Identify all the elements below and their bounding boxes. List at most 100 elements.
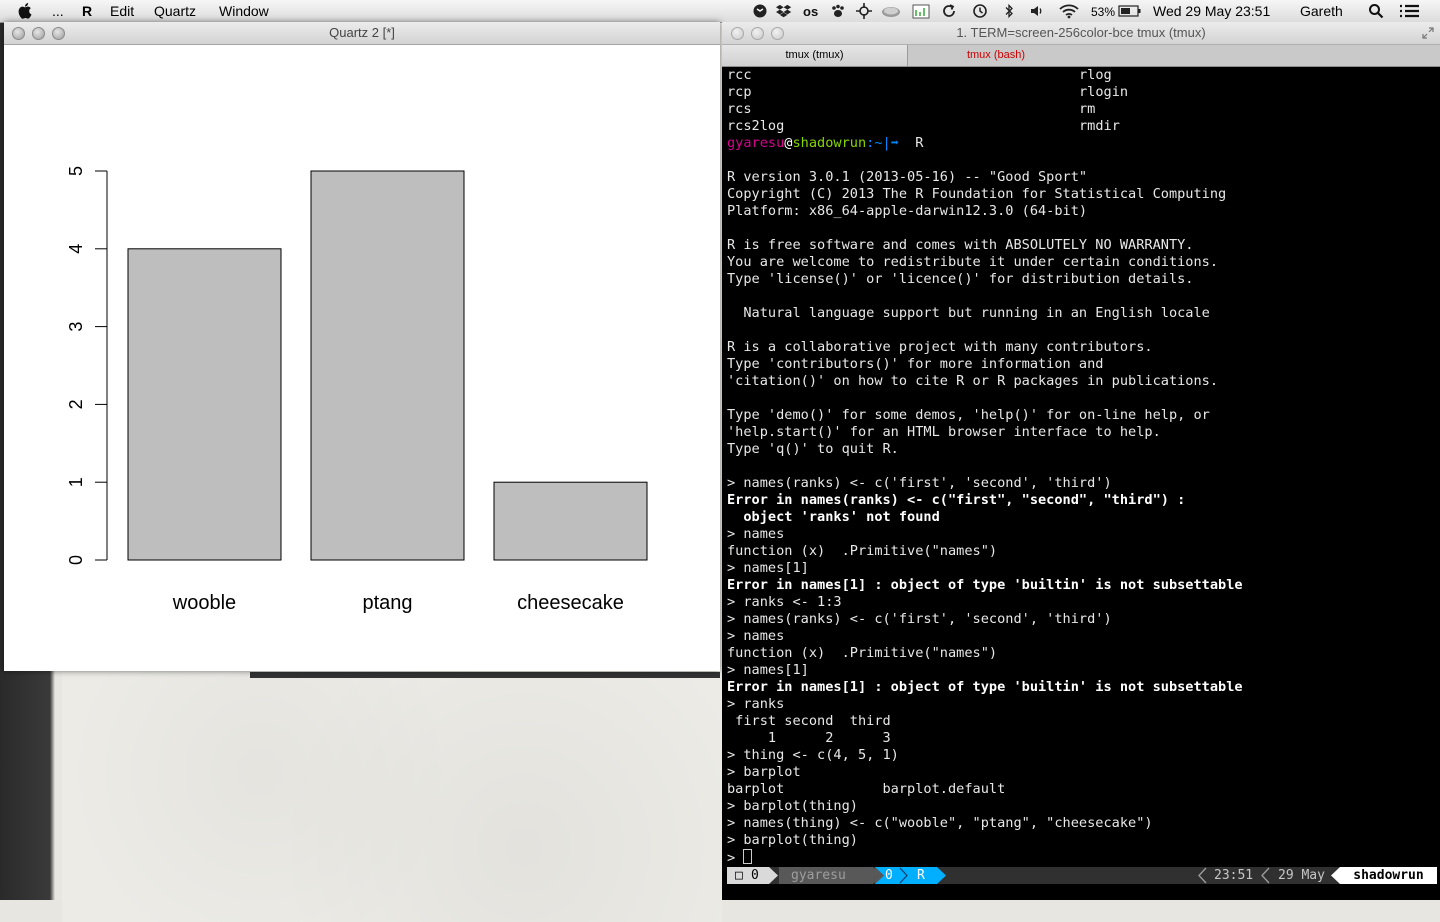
status-pane-name: R	[917, 868, 925, 883]
volume-icon[interactable]	[1029, 3, 1045, 19]
completion-item: rlog	[1079, 67, 1112, 83]
wifi-icon[interactable]	[1058, 3, 1080, 19]
apple-icon[interactable]	[18, 2, 34, 19]
x-axis-category-label: cheesecake	[517, 592, 624, 614]
line-text: R is a collaborative project with many c…	[727, 339, 1153, 355]
bar-chart: 0 1 2 3 4 5 wooble ptang cheesecake	[66, 166, 648, 614]
line-text: R is free software and comes with ABSOLU…	[727, 237, 1194, 253]
menu-item-window[interactable]: Window	[219, 2, 269, 20]
menu-item-more[interactable]: ...	[52, 2, 64, 20]
y-axis-tick-label: 4	[66, 244, 86, 254]
error-line: Error in names(ranks) <- c("first", "sec…	[727, 492, 1437, 509]
y-axis-tick-label: 5	[66, 166, 86, 176]
drive-icon[interactable]	[881, 3, 901, 19]
line-text: Type 'license()' or 'licence()' for dist…	[727, 271, 1194, 287]
move-cross-icon[interactable]	[856, 3, 872, 19]
line-text: Error in names[1] : object of type 'buil…	[727, 679, 1243, 695]
battery-percent[interactable]: 53%	[1091, 3, 1115, 21]
line-text: You are welcome to redistribute it under…	[727, 254, 1219, 270]
completion-row: rcc rlog	[727, 67, 1437, 84]
activity-monitor-icon[interactable]	[912, 3, 930, 19]
time-machine-icon[interactable]	[971, 3, 989, 19]
terminal-title-bar[interactable]: 1. TERM=screen-256color-bce tmux (tmux)	[722, 22, 1440, 44]
output-line: first second third	[727, 713, 1437, 730]
notification-center-icon[interactable]	[1398, 3, 1420, 19]
prompt-host: shadowrun	[792, 135, 867, 151]
line-text: Copyright (C) 2013 The R Foundation for …	[727, 186, 1227, 202]
y-axis-tick-label: 0	[66, 555, 86, 565]
line-text: R version 3.0.1 (2013-05-16) -- "Good Sp…	[727, 169, 1088, 185]
line-text: Type 'q()' to quit R.	[727, 441, 899, 457]
output-line: barplot barplot.default	[727, 781, 1437, 798]
menu-item-quartz[interactable]: Quartz	[154, 2, 196, 20]
quartz-plot-window: Quartz 2 [*] 0 1 2 3 4 5 wooble ptang cheesecake	[4, 22, 720, 671]
output-line: > names(ranks) <- c('first', 'second', '…	[727, 611, 1437, 628]
output-line: Type 'q()' to quit R.	[727, 441, 1437, 458]
dropbox-icon[interactable]	[776, 3, 792, 19]
fullscreen-icon[interactable]	[1422, 27, 1434, 39]
spotlight-search-icon[interactable]	[1368, 3, 1384, 19]
quartz-window-title: Quartz 2 [*]	[329, 25, 395, 40]
line-text: > names(ranks) <- c('first', 'second', '…	[727, 475, 1112, 491]
tab-tmux-bash[interactable]: tmux (bash)	[908, 45, 1084, 66]
status-pane-index: 0	[885, 868, 893, 883]
terminal-output[interactable]: rcc rlog rcp rlogin rcs rm rcs2log rmdir gyaresu…	[727, 67, 1437, 867]
output-line: You are welcome to redistribute it under…	[727, 254, 1437, 271]
bluetooth-icon[interactable]	[1003, 3, 1015, 19]
tab-tmux-tmux[interactable]: tmux (tmux)	[722, 45, 908, 66]
menu-item-edit[interactable]: Edit	[110, 2, 134, 20]
line-text: function (x) .Primitive("names")	[727, 543, 998, 559]
paw-icon[interactable]	[830, 3, 846, 19]
sync-icon[interactable]	[940, 3, 958, 19]
status-session-segment: gyaresu	[779, 867, 873, 884]
bar	[127, 248, 282, 561]
line-text: > barplot(thing)	[727, 832, 858, 848]
y-axis-tick-label: 3	[66, 322, 86, 332]
quartz-title-bar[interactable]: Quartz 2 [*]	[4, 22, 720, 45]
powerline-left-separator-icon	[1198, 867, 1207, 884]
output-line: > barplot(thing)	[727, 798, 1437, 815]
menu-user[interactable]: Gareth	[1300, 2, 1343, 20]
menu-clock[interactable]: Wed 29 May 23:51	[1153, 2, 1270, 20]
x-axis-category-label: wooble	[172, 592, 236, 614]
status-active-pane-segment[interactable]: 0 R	[875, 867, 937, 884]
line-text: > names[1]	[727, 560, 809, 576]
line-text: > names(thing) <- c("wooble", "ptang", "…	[727, 815, 1153, 831]
menu-item-app-r[interactable]: R	[82, 2, 92, 20]
line-text: 'citation()' on how to cite R or R packa…	[727, 373, 1219, 389]
output-line: > barplot	[727, 764, 1437, 781]
terminal-cursor	[743, 849, 753, 864]
terminal-tab-bar: tmux (tmux) tmux (bash)	[722, 44, 1440, 67]
prompt-command: R	[915, 135, 924, 151]
output-line: Copyright (C) 2013 The R Foundation for …	[727, 186, 1437, 203]
completion-row: rcs rm	[727, 101, 1437, 118]
y-axis-tick-label: 2	[66, 399, 86, 409]
bar	[493, 481, 648, 561]
output-line: > names(thing) <- c("wooble", "ptang", "…	[727, 815, 1437, 832]
line-text: > names	[727, 526, 785, 542]
output-line: Type 'demo()' for some demos, 'help()' f…	[727, 407, 1437, 424]
line-text: > thing <- c(4, 5, 1)	[727, 747, 899, 763]
completion-item: rcc	[727, 67, 752, 83]
battery-icon[interactable]	[1118, 3, 1142, 19]
os-badge-icon[interactable]: os	[802, 3, 824, 19]
completion-item: rlogin	[1079, 84, 1129, 100]
svg-text:os: os	[803, 4, 818, 19]
evernote-icon[interactable]	[752, 3, 768, 19]
error-line: Error in names[1] : object of type 'buil…	[727, 577, 1437, 594]
output-line: Natural language support but running in …	[727, 305, 1437, 322]
background-window-edge	[250, 672, 720, 678]
completion-item: rm	[1079, 101, 1096, 117]
powerline-arrow-left-icon	[1331, 867, 1340, 884]
output-line: Type 'contributors()' for more informati…	[727, 356, 1437, 373]
output-line: > ranks <- 1:3	[727, 594, 1437, 611]
output-line: > names[1]	[727, 662, 1437, 679]
output-line: > names	[727, 628, 1437, 645]
line-text: first second third	[727, 713, 891, 729]
prompt-path: :~|➡	[866, 135, 899, 151]
error-line: Error in names[1] : object of type 'buil…	[727, 679, 1437, 696]
completion-item: rcs	[727, 101, 752, 117]
